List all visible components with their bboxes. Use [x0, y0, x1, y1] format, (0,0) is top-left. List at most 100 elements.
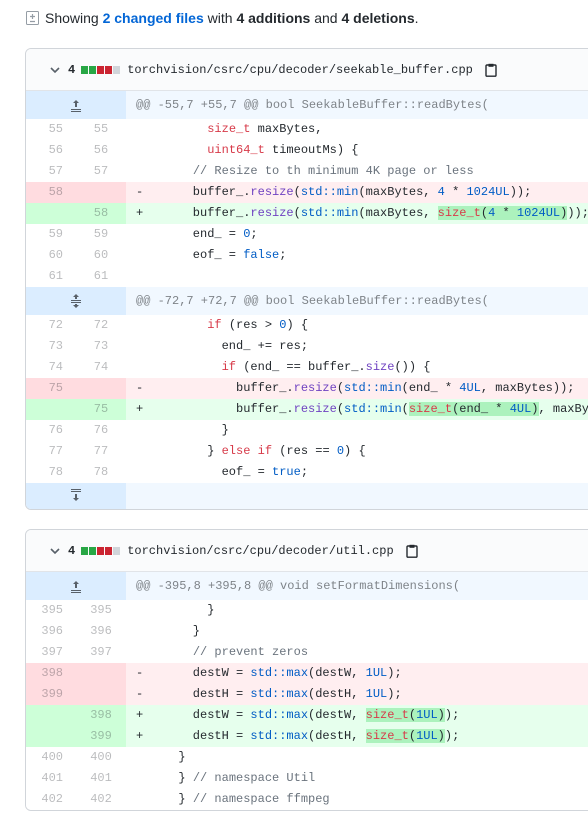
new-line-number[interactable]: 76 — [76, 420, 126, 441]
new-line-number[interactable] — [76, 378, 126, 399]
expand-up-icon[interactable] — [70, 579, 82, 593]
expand-button[interactable] — [26, 572, 126, 600]
literal-token: 4UL — [459, 381, 481, 395]
diffstat-block-added — [89, 546, 97, 555]
new-line-number[interactable]: 395 — [76, 600, 126, 621]
old-line-number[interactable]: 59 — [26, 224, 76, 245]
chevron-down-icon[interactable] — [48, 63, 62, 77]
literal-token: 1024UL — [516, 206, 561, 220]
new-line-number[interactable]: 74 — [76, 357, 126, 378]
old-line-number[interactable]: 72 — [26, 315, 76, 336]
diffstat-block-neutral — [113, 546, 121, 555]
context-marker — [136, 789, 164, 810]
expand-both-icon[interactable] — [70, 294, 82, 308]
code-content: // prevent zeros — [126, 642, 588, 663]
expand-button[interactable] — [26, 287, 126, 315]
old-line-number[interactable]: 396 — [26, 621, 76, 642]
context-line: 55 55 size_t maxBytes, — [26, 119, 588, 140]
add-marker: + — [136, 729, 144, 743]
old-line-number[interactable]: 75 — [26, 378, 76, 399]
old-line-number[interactable]: 57 — [26, 161, 76, 182]
chevron-down-icon[interactable] — [48, 544, 62, 558]
new-line-number[interactable]: 73 — [76, 336, 126, 357]
old-line-number[interactable]: 73 — [26, 336, 76, 357]
diffstat-block-added — [89, 65, 97, 74]
add-marker: + — [136, 708, 144, 722]
new-line-number[interactable]: 55 — [76, 119, 126, 140]
code-content: + buffer_.resize(std::min(size_t(end_ * … — [126, 399, 588, 420]
expand-button[interactable] — [26, 483, 126, 509]
new-line-number[interactable]: 397 — [76, 642, 126, 663]
old-line-number[interactable]: 61 — [26, 266, 76, 287]
std-call-token: std::min — [344, 381, 402, 395]
type-token: size_t — [365, 729, 409, 743]
hunk-header: @@ -72,7 +72,7 @@ bool SeekableBuffer::r… — [26, 287, 588, 315]
new-line-number[interactable]: 59 — [76, 224, 126, 245]
old-line-number[interactable]: 397 — [26, 642, 76, 663]
new-line-number[interactable]: 77 — [76, 441, 126, 462]
old-line-number[interactable]: 395 — [26, 600, 76, 621]
old-line-number[interactable]: 55 — [26, 119, 76, 140]
expand-up-icon[interactable] — [70, 98, 82, 112]
new-line-number[interactable]: 398 — [76, 705, 126, 726]
old-line-number[interactable]: 56 — [26, 140, 76, 161]
literal-token: 4 — [437, 185, 445, 199]
new-line-number[interactable]: 396 — [76, 621, 126, 642]
context-marker — [136, 140, 164, 161]
change-count: 4 — [68, 62, 76, 77]
added-line: 75 + buffer_.resize(std::min(size_t(end_ … — [26, 399, 588, 420]
add-marker: + — [136, 402, 144, 416]
file-path[interactable]: torchvision/csrc/cpu/decoder/util.cpp — [127, 544, 393, 558]
diffstat-bar — [81, 65, 121, 74]
new-line-number[interactable]: 58 — [76, 203, 126, 224]
old-line-number[interactable]: 74 — [26, 357, 76, 378]
new-line-number[interactable]: 75 — [76, 399, 126, 420]
old-line-number[interactable]: 78 — [26, 462, 76, 483]
code-content: + destW = std::max(destW, size_t(1UL)); — [126, 705, 588, 726]
old-line-number[interactable]: 58 — [26, 182, 76, 203]
clipboard-icon[interactable] — [405, 544, 418, 558]
deleted-line: 399 - destH = std::max(destH, 1UL); — [26, 684, 588, 705]
old-line-number[interactable]: 77 — [26, 441, 76, 462]
changed-files-link[interactable]: 2 changed files — [103, 10, 204, 26]
old-line-number[interactable]: 400 — [26, 747, 76, 768]
old-line-number[interactable]: 401 — [26, 768, 76, 789]
new-line-number[interactable]: 56 — [76, 140, 126, 161]
new-line-number[interactable]: 399 — [76, 726, 126, 747]
expand-down-icon[interactable] — [70, 489, 82, 503]
clipboard-icon[interactable] — [485, 63, 497, 77]
context-line: 60 60 eof_ = false; — [26, 245, 588, 266]
type-token: size_t — [437, 206, 481, 220]
old-line-number[interactable]: 398 — [26, 663, 76, 684]
hunk-header: @@ -395,8 +395,8 @@ void setFormatDimens… — [26, 572, 588, 600]
expand-button[interactable] — [26, 91, 126, 119]
literal-token: 4 — [488, 206, 496, 220]
new-line-number[interactable]: 401 — [76, 768, 126, 789]
old-line-number[interactable]: 60 — [26, 245, 76, 266]
context-line: 61 61 — [26, 266, 588, 287]
new-line-number[interactable] — [76, 684, 126, 705]
code-content: - buffer_.resize(std::min(end_ * 4UL, ma… — [126, 378, 588, 399]
new-line-number[interactable] — [76, 182, 126, 203]
new-line-number[interactable]: 402 — [76, 789, 126, 810]
old-line-number[interactable]: 399 — [26, 684, 76, 705]
file-path[interactable]: torchvision/csrc/cpu/decoder/seekable_bu… — [127, 63, 473, 77]
new-line-number[interactable] — [76, 663, 126, 684]
old-line-number[interactable]: 76 — [26, 420, 76, 441]
function-token: resize — [293, 381, 337, 395]
old-line-number[interactable] — [26, 203, 76, 224]
old-line-number[interactable] — [26, 399, 76, 420]
old-line-number[interactable]: 402 — [26, 789, 76, 810]
new-line-number[interactable]: 78 — [76, 462, 126, 483]
old-line-number[interactable] — [26, 726, 76, 747]
new-line-number[interactable]: 60 — [76, 245, 126, 266]
keyword-token: if — [221, 360, 237, 374]
new-line-number[interactable]: 400 — [76, 747, 126, 768]
new-line-number[interactable]: 72 — [76, 315, 126, 336]
new-line-number[interactable]: 57 — [76, 161, 126, 182]
hunk-header-text — [126, 483, 588, 509]
context-marker — [136, 357, 164, 378]
code-content: - destH = std::max(destH, 1UL); — [126, 684, 588, 705]
old-line-number[interactable] — [26, 705, 76, 726]
new-line-number[interactable]: 61 — [76, 266, 126, 287]
